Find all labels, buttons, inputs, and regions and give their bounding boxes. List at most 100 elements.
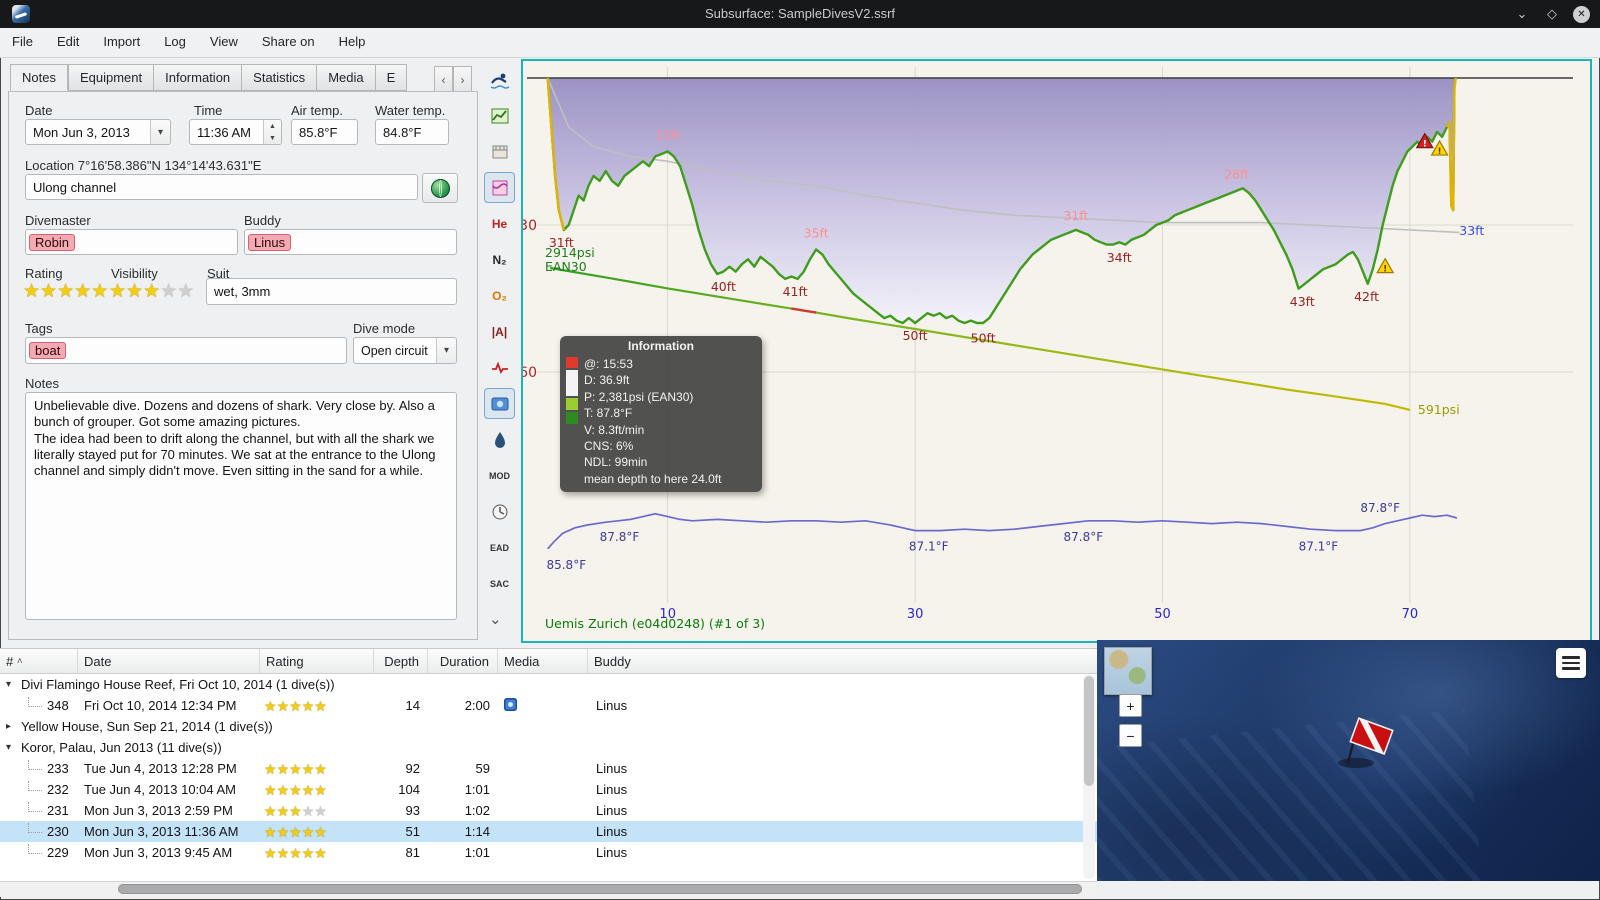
star-icon[interactable]: ★ <box>57 281 74 302</box>
col-depth[interactable]: Depth <box>374 649 428 673</box>
star-icon[interactable]: ★ <box>302 824 315 840</box>
tab-scroll-left-icon[interactable]: ‹ <box>434 66 453 93</box>
dive-row[interactable]: 232 Tue Jun 4, 2013 10:04 AM ★★★★★ 104 1:01 L… <box>0 779 1097 800</box>
pp-graph-icon[interactable] <box>484 100 515 131</box>
menu-view[interactable]: View <box>198 28 250 57</box>
star-icon[interactable]: ★ <box>177 281 194 302</box>
labels-toggle[interactable]: |A| <box>484 316 515 347</box>
star-icon[interactable]: ★ <box>302 803 315 819</box>
mod-toggle[interactable]: MOD <box>484 460 515 491</box>
trip-row[interactable]: ▾ Divi Flamingo House Reef, Fri Oct 10, 2… <box>0 674 1097 695</box>
star-icon[interactable]: ★ <box>126 281 143 302</box>
map-menu-button[interactable] <box>1556 648 1586 678</box>
divemaster-field[interactable]: Robin <box>25 229 238 255</box>
star-icon[interactable]: ★ <box>264 782 277 798</box>
tab-statistics[interactable]: Statistics <box>241 64 317 91</box>
collapse-icon[interactable]: ▾ <box>6 742 18 753</box>
col-buddy[interactable]: Buddy <box>588 649 1097 673</box>
tab-scroll-right-icon[interactable]: › <box>453 66 472 93</box>
star-icon[interactable]: ★ <box>277 782 290 798</box>
star-icon[interactable]: ★ <box>314 824 327 840</box>
pp-he-toggle[interactable]: He <box>484 208 515 239</box>
time-spinner[interactable]: ▲ ▼ <box>263 120 281 144</box>
spin-down-icon[interactable]: ▼ <box>264 132 281 144</box>
airtemp-field[interactable]: 85.8°F <box>291 119 358 145</box>
star-icon[interactable]: ★ <box>143 281 160 302</box>
dive-list-vertical-scrollbar[interactable] <box>1083 674 1095 879</box>
star-icon[interactable]: ★ <box>109 281 126 302</box>
chevron-down-icon[interactable]: ▾ <box>436 338 456 363</box>
col-media[interactable]: Media <box>498 649 588 673</box>
profile-info-tooltip[interactable]: Information @: 15:53 D: 36.9ft P: 2,381psi… <box>560 336 762 492</box>
tab-equipment[interactable]: Equipment <box>67 64 154 91</box>
dive-list-horizontal-scrollbar[interactable] <box>0 881 1097 897</box>
time-field[interactable]: 11:36 AM ▲ ▼ <box>189 119 282 145</box>
rating-stars[interactable]: ★★★★★ <box>23 282 108 301</box>
star-icon[interactable]: ★ <box>277 824 290 840</box>
star-icon[interactable]: ★ <box>302 782 315 798</box>
pp-n2-toggle[interactable]: N₂ <box>484 244 515 275</box>
star-icon[interactable]: ★ <box>277 845 290 861</box>
tags-field[interactable]: boat <box>25 337 347 364</box>
star-icon[interactable]: ★ <box>264 824 277 840</box>
dive-flag-marker[interactable] <box>1322 708 1402 772</box>
star-icon[interactable]: ★ <box>264 845 277 861</box>
visibility-stars[interactable]: ★★★★★ <box>109 282 194 301</box>
col-rating[interactable]: Rating <box>260 649 374 673</box>
buddy-field[interactable]: Linus <box>244 229 457 255</box>
tab-e[interactable]: E <box>374 64 408 91</box>
star-icon[interactable]: ★ <box>160 281 177 302</box>
dive-row[interactable]: 230 Mon Jun 3, 2013 11:36 AM ★★★★★ 51 1:14 Li… <box>0 821 1097 842</box>
tab-information[interactable]: Information <box>153 64 242 91</box>
swimmer-icon[interactable] <box>484 64 515 95</box>
menu-share-on[interactable]: Share on <box>250 28 327 57</box>
ceiling-icon[interactable] <box>484 136 515 167</box>
scrollbar-thumb[interactable] <box>118 884 1082 894</box>
menu-edit[interactable]: Edit <box>45 28 91 57</box>
dive-row[interactable]: 233 Tue Jun 4, 2013 12:28 PM ★★★★★ 92 59 Linu… <box>0 758 1097 779</box>
ead-toggle[interactable]: EAD <box>484 532 515 563</box>
col-number[interactable]: # ˄ <box>0 649 78 673</box>
chevron-down-icon[interactable]: ▾ <box>150 120 170 144</box>
collapse-icon[interactable]: ▾ <box>6 679 18 690</box>
toolbar-scroll-down-icon[interactable]: ⌄ <box>489 610 502 628</box>
tab-notes[interactable]: Notes <box>10 64 68 91</box>
menu-import[interactable]: Import <box>91 28 152 57</box>
star-icon[interactable]: ★ <box>302 761 315 777</box>
star-icon[interactable]: ★ <box>314 845 327 861</box>
ndl-toggle[interactable] <box>484 496 515 527</box>
star-icon[interactable]: ★ <box>264 761 277 777</box>
spin-up-icon[interactable]: ▲ <box>264 120 281 132</box>
photos-toggle[interactable] <box>484 388 515 419</box>
maximize-icon[interactable]: ◇ <box>1543 5 1561 23</box>
star-icon[interactable]: ★ <box>302 698 315 714</box>
star-icon[interactable]: ★ <box>289 803 302 819</box>
star-icon[interactable]: ★ <box>302 845 315 861</box>
star-icon[interactable]: ★ <box>277 761 290 777</box>
map-globe-button[interactable] <box>422 173 458 203</box>
location-field[interactable]: Ulong channel <box>25 174 418 200</box>
star-icon[interactable]: ★ <box>289 845 302 861</box>
star-icon[interactable]: ★ <box>314 782 327 798</box>
star-icon[interactable]: ★ <box>289 824 302 840</box>
dc-ceiling-icon[interactable] <box>484 172 515 203</box>
menu-help[interactable]: Help <box>327 28 378 57</box>
close-icon[interactable]: ✕ <box>1573 5 1590 23</box>
expand-icon[interactable]: ▸ <box>6 721 18 732</box>
star-icon[interactable]: ★ <box>23 281 40 302</box>
star-icon[interactable]: ★ <box>264 698 277 714</box>
photos-icon[interactable] <box>504 697 517 711</box>
dive-row[interactable]: 229 Mon Jun 3, 2013 9:45 AM ★★★★★ 81 1:01 Lin… <box>0 842 1097 863</box>
trip-row[interactable]: ▸ Yellow House, Sun Sep 21, 2014 (1 dive(… <box>0 716 1097 737</box>
watertemp-field[interactable]: 84.8°F <box>375 119 449 145</box>
star-icon[interactable]: ★ <box>289 698 302 714</box>
heartrate-toggle[interactable] <box>484 352 515 383</box>
star-icon[interactable]: ★ <box>74 281 91 302</box>
notes-textarea[interactable]: Unbelievable dive. Dozens and dozens of … <box>25 392 457 620</box>
menu-file[interactable]: File <box>0 28 45 57</box>
star-icon[interactable]: ★ <box>289 782 302 798</box>
menu-log[interactable]: Log <box>152 28 198 57</box>
star-icon[interactable]: ★ <box>314 803 327 819</box>
tissues-toggle[interactable] <box>484 424 515 455</box>
map-zoom-in-button[interactable]: + <box>1119 694 1142 717</box>
